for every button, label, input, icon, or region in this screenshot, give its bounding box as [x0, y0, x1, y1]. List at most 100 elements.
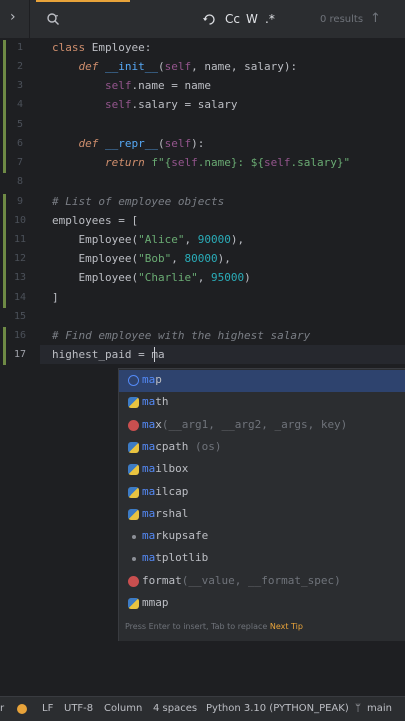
- code-line[interactable]: return f"{self.name}: ${self.salary}": [52, 153, 350, 172]
- code-line[interactable]: self.salary = salary: [52, 95, 237, 114]
- completion-item-rest: ilbox: [155, 462, 189, 476]
- code-token: __init__: [105, 60, 158, 73]
- code-token: "Alice": [138, 233, 185, 246]
- code-token: ]: [52, 291, 59, 304]
- code-token: .salary = salary: [131, 98, 238, 111]
- line-number: 8: [16, 176, 24, 187]
- code-token: Employee(: [52, 271, 139, 284]
- code-token: self: [263, 156, 291, 169]
- text-caret: [154, 347, 155, 362]
- line-ending-widget[interactable]: LF: [42, 703, 53, 714]
- column-mode-widget[interactable]: Column: [104, 703, 142, 714]
- completion-item-rest: th: [155, 395, 169, 409]
- line-number: 9: [16, 196, 24, 207]
- completion-item-label: mailbox: [142, 462, 188, 475]
- previous-occurrence-icon[interactable]: ↑: [370, 11, 381, 26]
- code-token: }": [336, 156, 351, 169]
- code-token: return: [104, 156, 145, 169]
- completion-item[interactable]: marshal: [119, 504, 405, 526]
- expand-chevron-icon[interactable]: ›: [10, 9, 16, 25]
- encoding-widget[interactable]: UTF-8: [64, 703, 93, 714]
- code-token: self: [171, 156, 198, 169]
- completion-item-hint: (__value, __format_spec): [181, 573, 341, 587]
- line-number: 5: [16, 119, 24, 130]
- completion-item-hint: (os): [188, 439, 222, 453]
- python-module-icon: [128, 508, 139, 520]
- completion-item[interactable]: macpath (os): [119, 437, 405, 459]
- indent-widget[interactable]: 4 spaces: [153, 703, 197, 714]
- completion-item-label: macpath (os): [142, 440, 222, 453]
- line-number: 14: [13, 292, 27, 303]
- code-token: self: [104, 98, 132, 111]
- code-token: def: [78, 137, 99, 150]
- completion-item[interactable]: max(__arg1, __arg2, _args, key): [119, 415, 405, 437]
- code-token: (: [157, 60, 165, 73]
- code-token: self: [164, 137, 192, 150]
- completion-item[interactable]: math: [119, 392, 405, 414]
- line-number: 10: [13, 215, 27, 226]
- status-bar: r LF UTF-8 Column 4 spaces Python 3.10 (…: [0, 696, 405, 721]
- completion-item[interactable]: markupsafe: [119, 526, 405, 548]
- line-number-current: 17: [13, 349, 27, 360]
- completion-item-label: mailcap: [142, 485, 188, 498]
- completion-item[interactable]: map: [119, 370, 405, 392]
- line-number: 3: [16, 80, 24, 91]
- replace-history-icon[interactable]: [203, 13, 216, 26]
- whole-word-toggle[interactable]: W: [246, 12, 258, 26]
- interpreter-widget[interactable]: Python 3.10 (PYTHON_PEAK): [206, 703, 349, 714]
- python-module-icon: [128, 598, 139, 609]
- code-token: 95000: [210, 271, 245, 284]
- completion-item[interactable]: matplotlib: [119, 548, 405, 570]
- completion-item[interactable]: mailbox: [119, 459, 405, 481]
- line-number: 6: [16, 138, 24, 149]
- completion-item-match: ma: [142, 484, 156, 498]
- next-tip-link[interactable]: Next Tip: [270, 622, 303, 631]
- code-token: ,: [197, 271, 211, 284]
- code-token: class: [52, 41, 86, 54]
- code-line[interactable]: employees = [: [52, 211, 138, 230]
- code-line[interactable]: def __repr__(self):: [52, 134, 205, 153]
- line-number: 7: [16, 157, 24, 168]
- code-token: ),: [230, 233, 245, 246]
- status-indicator-icon[interactable]: [17, 704, 27, 714]
- completion-item-match: ma: [142, 506, 156, 520]
- find-bar-separator: [29, 0, 30, 38]
- match-case-toggle[interactable]: Cc: [225, 12, 240, 26]
- code-line[interactable]: self.name = name: [52, 76, 211, 95]
- completion-item-label: format(__value, __format_spec): [142, 574, 341, 587]
- code-line[interactable]: def __init__(self, name, salary):: [52, 57, 298, 76]
- code-token: def: [78, 60, 99, 73]
- completion-item[interactable]: mailcap: [119, 482, 405, 504]
- regex-toggle[interactable]: .*: [265, 12, 275, 26]
- completion-item-label: marshal: [142, 507, 188, 520]
- code-line[interactable]: Employee("Charlie", 95000): [52, 268, 250, 287]
- code-line[interactable]: # Find employee with the highest salary: [52, 326, 310, 345]
- line-number: 16: [13, 330, 27, 341]
- completion-item[interactable]: format(__value, __format_spec): [119, 571, 405, 593]
- line-number: 12: [13, 253, 27, 264]
- code-line[interactable]: class Employee:: [52, 38, 151, 57]
- completion-item-label: math: [142, 395, 169, 408]
- completion-item-rest: ilcap: [155, 484, 189, 498]
- code-line[interactable]: Employee("Bob", 80000),: [52, 249, 230, 268]
- code-token: Employee(: [52, 233, 139, 246]
- search-input[interactable]: [68, 10, 192, 30]
- git-branch-widget[interactable]: main: [367, 703, 392, 714]
- search-icon[interactable]: [46, 12, 60, 26]
- completion-item-rest: cpath: [155, 439, 189, 453]
- completion-item[interactable]: mmap: [119, 593, 405, 615]
- code-line[interactable]: # List of employee objects: [52, 192, 224, 211]
- code-line[interactable]: ]: [52, 288, 59, 307]
- code-token: .name = name: [131, 79, 211, 92]
- completion-item-label: mmap: [142, 596, 169, 609]
- code-line[interactable]: highest_paid = ma: [52, 345, 165, 364]
- code-token: self: [164, 60, 192, 73]
- code-token: # Find employee with the highest salary: [52, 329, 311, 342]
- code-token: # List of employee objects: [52, 195, 225, 208]
- code-line[interactable]: Employee("Alice", 90000),: [52, 230, 244, 249]
